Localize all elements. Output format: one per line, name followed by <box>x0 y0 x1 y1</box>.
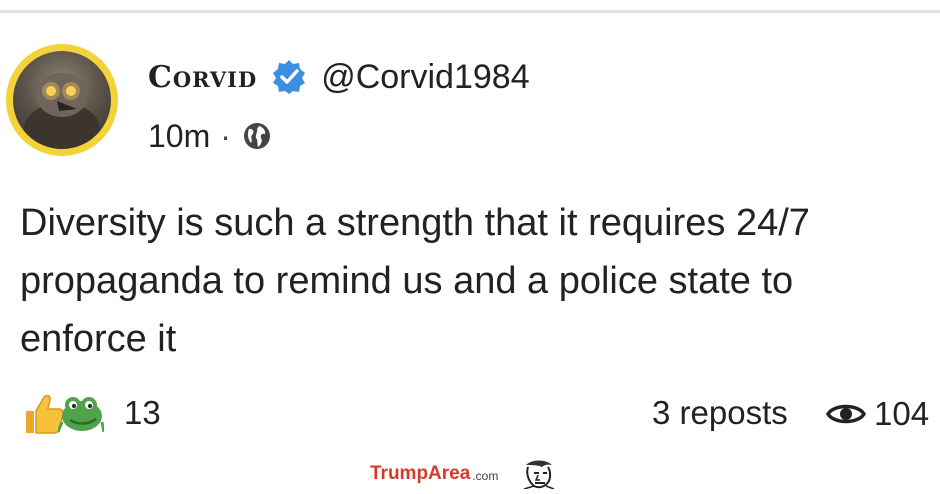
view-count: 104 <box>874 395 930 432</box>
post-timestamp[interactable]: 10m <box>148 118 210 155</box>
watermark-tld: .com <box>472 469 499 483</box>
post-body: Diversity is such a strength that it req… <box>20 202 810 360</box>
globe-icon <box>241 120 273 152</box>
frog-icon[interactable] <box>56 392 106 434</box>
author-row: Corvid @Corvid1984 <box>148 56 530 98</box>
reaction-count: 13 <box>124 394 161 431</box>
site-watermark: TrumpArea .com <box>370 459 558 490</box>
post-meta: 10m · <box>148 118 273 154</box>
avatar-image <box>13 51 111 149</box>
watermark-brand: TrumpArea <box>370 463 471 484</box>
repost-count[interactable]: 3 reposts <box>652 394 788 432</box>
view-count-group: 104 <box>825 392 930 436</box>
author-display-name[interactable]: Corvid <box>148 60 257 95</box>
eye-icon <box>825 400 867 428</box>
top-divider <box>0 10 940 13</box>
caricature-face-icon <box>518 459 558 490</box>
avatar[interactable] <box>6 44 118 156</box>
author-handle[interactable]: @Corvid1984 <box>321 58 529 97</box>
verified-badge-icon <box>271 59 307 95</box>
reactions-bar[interactable]: 13 <box>22 390 161 436</box>
meta-separator: · <box>220 117 231 154</box>
